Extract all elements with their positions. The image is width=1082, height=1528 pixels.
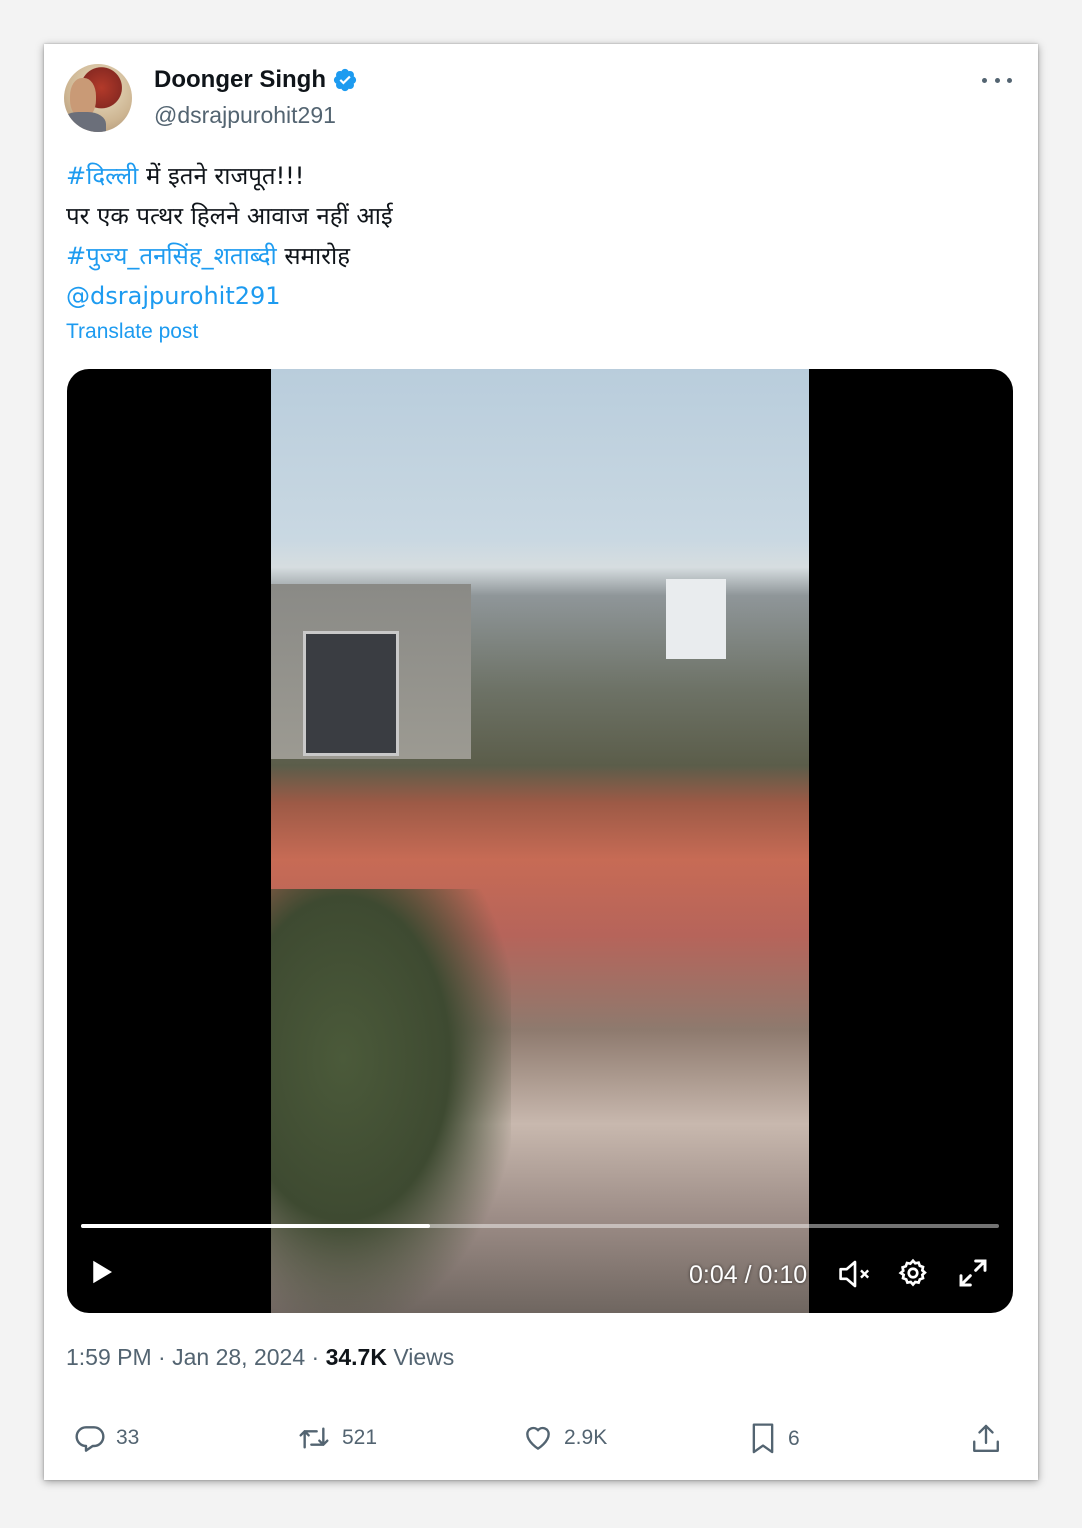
post-line-1-text: में इतने राजपूत!!!: [138, 162, 305, 190]
repost-button[interactable]: 521: [296, 1422, 377, 1454]
post-time[interactable]: 1:59 PM: [66, 1344, 152, 1370]
views-label: Views: [386, 1344, 455, 1370]
bookmark-icon: [748, 1422, 778, 1456]
video-progress-fill: [81, 1224, 430, 1228]
play-icon[interactable]: [87, 1257, 117, 1287]
share-icon: [970, 1422, 1002, 1456]
meta-separator: ·: [305, 1344, 326, 1370]
reply-icon: [74, 1422, 106, 1454]
post-meta: 1:59 PM · Jan 28, 2024 · 34.7K Views: [66, 1344, 454, 1371]
video-frame: [271, 369, 809, 1313]
avatar[interactable]: [64, 64, 132, 132]
video-player[interactable]: 0:04 / 0:10: [67, 369, 1013, 1313]
repost-count: 521: [342, 1426, 378, 1449]
share-button[interactable]: [970, 1422, 1002, 1456]
settings-icon[interactable]: [897, 1257, 929, 1289]
hashtag-tansingh[interactable]: #पुज्य_तनसिंह_शताब्दी: [66, 242, 277, 270]
meta-separator: ·: [151, 1344, 173, 1370]
post-line-3: #पुज्य_तनसिंह_शताब्दी समारोह: [66, 236, 1006, 276]
author-display-name[interactable]: Doonger Singh: [154, 66, 326, 94]
like-icon: [522, 1422, 554, 1454]
post-line-1: #दिल्ली में इतने राजपूत!!!: [66, 156, 1006, 196]
fullscreen-icon[interactable]: [957, 1257, 989, 1289]
author-name-row[interactable]: Doonger Singh: [154, 66, 358, 94]
post-line-2: पर एक पत्थर हिलने आवाज नहीं आई: [66, 202, 393, 230]
author-handle[interactable]: @dsrajpurohit291: [154, 102, 336, 129]
video-tower: [666, 579, 726, 659]
views-count: 34.7K: [325, 1344, 387, 1370]
mention-link[interactable]: @dsrajpurohit291: [66, 282, 281, 310]
post-line-4: @dsrajpurohit291: [66, 276, 1006, 316]
mute-icon[interactable]: [837, 1257, 873, 1291]
hashtag-delhi[interactable]: #दिल्ली: [66, 162, 138, 190]
video-led-screen: [303, 631, 399, 756]
more-icon[interactable]: [982, 70, 1012, 90]
verified-icon[interactable]: [332, 67, 358, 93]
video-time: 0:04 / 0:10: [689, 1261, 808, 1289]
post-line-3-text: समारोह: [276, 242, 350, 270]
reply-count: 33: [116, 1426, 140, 1449]
reply-button[interactable]: 33: [74, 1422, 139, 1454]
video-trees: [271, 889, 511, 1313]
repost-icon: [296, 1422, 332, 1454]
bookmark-count: 6: [788, 1427, 800, 1450]
avatar-shirt: [64, 112, 106, 132]
tweet-card: Doonger Singh @dsrajpurohit291 #दिल्ली म…: [44, 44, 1038, 1480]
action-bar: 33 521 2.9K 6: [74, 1422, 1008, 1462]
like-count: 2.9K: [564, 1426, 608, 1449]
translate-post-link[interactable]: Translate post: [66, 320, 198, 344]
like-button[interactable]: 2.9K: [522, 1422, 607, 1454]
post-date[interactable]: Jan 28, 2024: [172, 1344, 305, 1370]
video-progress-bar[interactable]: [81, 1224, 999, 1228]
post-text: #दिल्ली में इतने राजपूत!!! पर एक पत्थर ह…: [66, 156, 1006, 316]
bookmark-button[interactable]: 6: [748, 1422, 800, 1456]
